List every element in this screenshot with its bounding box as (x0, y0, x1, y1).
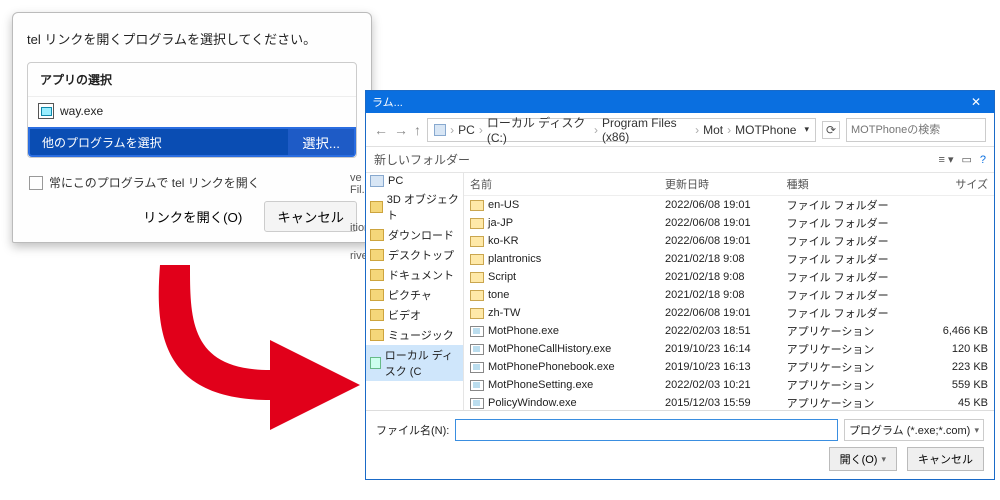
exe-icon (470, 380, 484, 391)
col-size: サイズ (923, 173, 994, 196)
filename-label: ファイル名(N): (376, 422, 449, 438)
file-row[interactable]: ko-KR2022/06/08 19:01ファイル フォルダー (464, 232, 994, 250)
open-link-button[interactable]: リンクを開く(O) (131, 201, 254, 232)
sidebar-item[interactable]: ダウンロード (366, 225, 463, 245)
chevron-down-icon[interactable]: ▾ (804, 124, 809, 135)
file-row[interactable]: MotPhone.exe2022/02/03 18:51アプリケーション6,46… (464, 322, 994, 340)
col-date: 更新日時 (659, 173, 781, 196)
folder-icon (370, 249, 384, 261)
apps-header: アプリの選択 (28, 63, 356, 97)
folder-icon (370, 289, 384, 301)
folder-icon (470, 308, 484, 319)
file-row[interactable]: MotPhoneCallHistory.exe2019/10/23 16:14ア… (464, 340, 994, 358)
select-button[interactable]: 選択... (288, 129, 354, 155)
checkbox-label: 常にこのプログラムで tel リンクを開く (49, 174, 260, 191)
file-row[interactable]: zh-TW2022/06/08 19:01ファイル フォルダー (464, 304, 994, 322)
apps-box: アプリの選択 way.exe 他のプログラムを選択 選択... (27, 62, 357, 158)
refresh-icon[interactable]: ⟳ (822, 121, 840, 139)
close-icon[interactable]: ✕ (958, 95, 994, 109)
folder-icon (470, 200, 484, 211)
folder-icon (370, 229, 384, 241)
bottom-panel: ファイル名(N): プログラム (*.exe;*.com)▾ 開く(O)▾ キャ… (366, 410, 994, 479)
file-row[interactable]: tone2021/02/18 9:08ファイル フォルダー (464, 286, 994, 304)
view-icon[interactable]: ≡ ▾ (938, 153, 953, 166)
folder-icon (370, 329, 384, 341)
app-icon (38, 103, 54, 119)
breadcrumb[interactable]: ›PC ›ローカル ディスク (C:) ›Program Files (x86)… (427, 118, 816, 142)
titlebar[interactable]: ラム... ✕ (366, 91, 994, 113)
file-list[interactable]: 名前 更新日時 種類 サイズ en-US2022/06/08 19:01ファイル… (464, 173, 994, 410)
filter-select[interactable]: プログラム (*.exe;*.com)▾ (844, 419, 984, 441)
cancel-button[interactable]: キャンセル (264, 201, 357, 232)
exe-icon (470, 326, 484, 337)
folder-icon (370, 269, 384, 281)
other-program-row[interactable]: 他のプログラムを選択 選択... (28, 127, 356, 157)
forward-icon[interactable]: → (394, 122, 408, 138)
file-row[interactable]: PolicyWindow.exe2015/12/03 15:59アプリケーション… (464, 394, 994, 410)
file-open-dialog: ラム... ✕ ← → ↑ ›PC ›ローカル ディスク (C:) ›Progr… (365, 90, 995, 480)
always-checkbox-row[interactable]: 常にこのプログラムで tel リンクを開く (29, 174, 357, 191)
folder-icon (470, 290, 484, 301)
app-select-dialog: tel リンクを開くプログラムを選択してください。 アプリの選択 way.exe… (12, 12, 372, 243)
folder-icon (370, 309, 384, 321)
app-name: way.exe (60, 104, 103, 118)
file-row[interactable]: MotPhonePhonebook.exe2019/10/23 16:13アプリ… (464, 358, 994, 376)
dialog-title: tel リンクを開くプログラムを選択してください。 (27, 29, 357, 48)
nav-row: ← → ↑ ›PC ›ローカル ディスク (C:) ›Program Files… (366, 113, 994, 147)
search-input[interactable] (846, 118, 986, 142)
col-name: 名前 (464, 173, 659, 196)
preview-icon[interactable]: ▭ (961, 153, 971, 166)
app-item[interactable]: way.exe (28, 97, 356, 125)
folder-icon (470, 254, 484, 265)
folder-icon (370, 357, 381, 369)
exe-icon (470, 344, 484, 355)
open-button[interactable]: 開く(O)▾ (829, 447, 897, 471)
folder-icon (470, 218, 484, 229)
help-icon[interactable]: ? (980, 154, 986, 166)
sidebar-item[interactable]: ミュージック (366, 325, 463, 345)
other-program-label: 他のプログラムを選択 (42, 134, 162, 151)
folder-icon (470, 272, 484, 283)
folder-icon (370, 175, 384, 187)
file-row[interactable]: en-US2022/06/08 19:01ファイル フォルダー (464, 196, 994, 215)
file-row[interactable]: Script2021/02/18 9:08ファイル フォルダー (464, 268, 994, 286)
arrow-icon (150, 260, 370, 450)
checkbox-icon[interactable] (29, 176, 43, 190)
file-row[interactable]: plantronics2021/02/18 9:08ファイル フォルダー (464, 250, 994, 268)
sidebar-item[interactable]: 3D オブジェクト (366, 189, 463, 225)
filename-input[interactable] (455, 419, 838, 441)
sidebar-item[interactable]: ドキュメント (366, 265, 463, 285)
sidebar-item[interactable]: PC (366, 173, 463, 189)
new-folder-button[interactable]: 新しいフォルダー (374, 151, 470, 168)
sidebar-item[interactable]: デスクトップ (366, 245, 463, 265)
folder-icon (370, 201, 383, 213)
back-icon[interactable]: ← (374, 122, 388, 138)
up-icon[interactable]: ↑ (414, 122, 421, 138)
file-row[interactable]: ja-JP2022/06/08 19:01ファイル フォルダー (464, 214, 994, 232)
pc-icon (434, 124, 446, 136)
titlebar-text: ラム... (366, 94, 958, 110)
sidebar-item[interactable]: ビデオ (366, 305, 463, 325)
sidebar[interactable]: PC3D オブジェクトダウンロードデスクトップドキュメントピクチャビデオミュージ… (366, 173, 464, 410)
sidebar-item[interactable]: ローカル ディスク (C (366, 345, 463, 381)
cancel-button[interactable]: キャンセル (907, 447, 984, 471)
col-type: 種類 (781, 173, 923, 196)
sidebar-item[interactable]: ピクチャ (366, 285, 463, 305)
file-row[interactable]: MotPhoneSetting.exe2022/02/03 10:21アプリケー… (464, 376, 994, 394)
exe-icon (470, 398, 484, 409)
exe-icon (470, 362, 484, 373)
toolbar: 新しいフォルダー ≡ ▾ ▭ ? (366, 147, 994, 173)
folder-icon (470, 236, 484, 247)
